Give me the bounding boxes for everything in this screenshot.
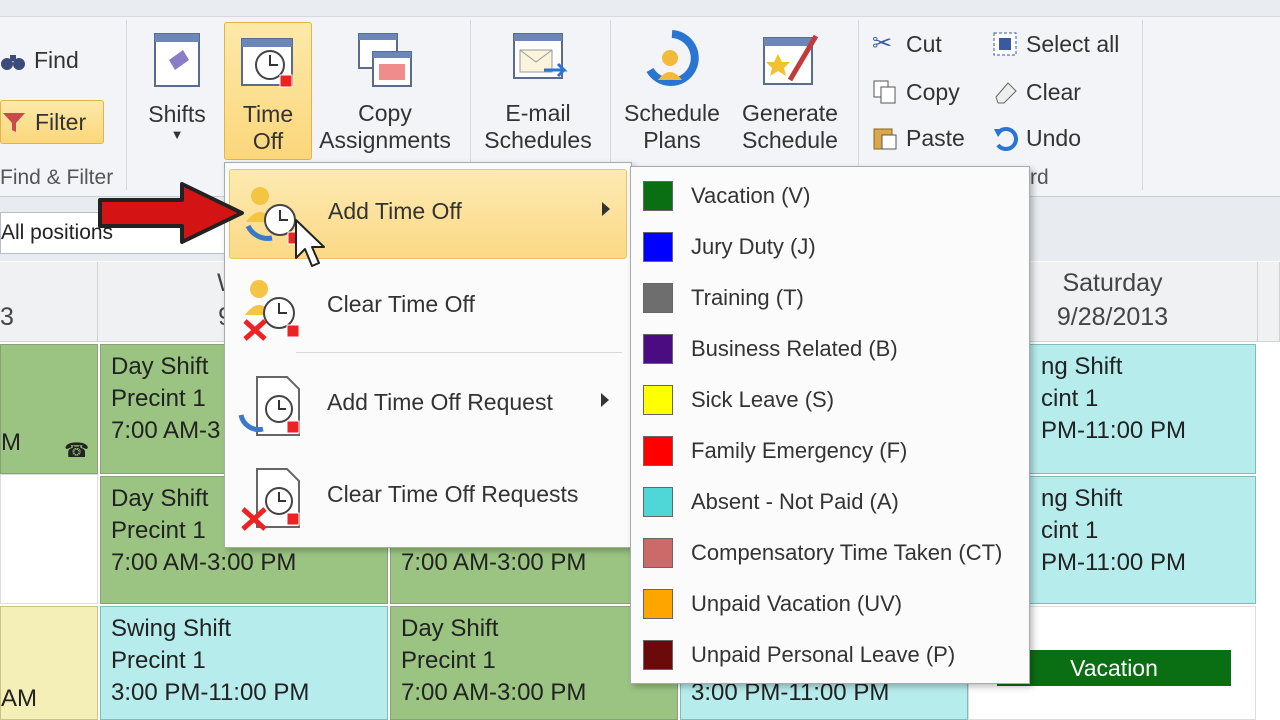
shift-cell[interactable]: Swing Shift Precint 1 3:00 PM-11:00 PM [100,606,388,720]
ribbon-separator [126,20,127,190]
find-button[interactable]: Find [0,42,79,78]
time-off-type-unpaid-vacation[interactable]: Unpaid Vacation (UV) [643,579,902,629]
generate-schedule-icon [763,34,819,85]
color-swatch [643,232,673,262]
vacation-bar[interactable]: Vacation [997,650,1231,686]
copy-button[interactable]: Copy [872,74,960,110]
day-header [1258,262,1280,342]
undo-icon [994,127,1018,151]
add-time-off-request-menu-item[interactable]: Add Time Off Request [229,361,625,449]
eraser-icon [995,82,1017,104]
copy-assignments-icon [358,33,412,87]
generate-schedule-button[interactable]: Generate Schedule [736,30,844,160]
time-off-type-family-emergency[interactable]: Family Emergency (F) [643,426,907,476]
shifts-icon [154,33,200,87]
shifts-button[interactable]: Shifts ▼ [140,30,214,154]
copy-assignments-button[interactable]: Copy Assignments [319,30,451,160]
add-time-off-request-icon [238,376,300,436]
undo-button[interactable]: Undo [992,120,1081,156]
time-off-type-training[interactable]: Training (T) [643,273,804,323]
color-swatch [643,487,673,517]
mouse-cursor-icon [295,219,325,267]
color-swatch [643,436,673,466]
filter-button[interactable]: Filter [0,100,104,144]
filter-icon [3,113,25,132]
empty-cell[interactable] [0,474,98,604]
time-off-menu: Add Time Off Clear Time Off Add Time Off… [224,162,632,548]
color-swatch [643,589,673,619]
pointer-arrow-icon [98,182,244,244]
time-off-type-business-related[interactable]: Business Related (B) [643,324,898,374]
time-off-type-compensatory-time[interactable]: Compensatory Time Taken (CT) [643,528,1002,578]
email-schedules-button[interactable]: E-mail Schedules [482,30,594,160]
time-off-type-vacation[interactable]: Vacation (V) [643,171,810,221]
color-swatch [643,334,673,364]
schedule-plans-icon [646,30,699,86]
email-schedules-icon [513,33,568,79]
color-swatch [643,385,673,415]
binoculars-icon [1,55,25,70]
color-swatch [643,283,673,313]
scissors-icon: ✂ [872,30,893,57]
paste-button[interactable]: Paste [872,120,965,156]
select-all-button[interactable]: Select all [992,26,1119,62]
paste-icon [873,128,897,150]
ribbon-separator [858,20,859,190]
color-swatch [643,640,673,670]
time-off-button[interactable]: Time Off [224,22,312,160]
copy-icon [873,80,896,104]
add-time-off-menu-item[interactable]: Add Time Off [229,169,627,259]
shift-cell[interactable]: M ☎ [0,344,98,474]
time-off-type-absent-not-paid[interactable]: Absent - Not Paid (A) [643,477,899,527]
color-swatch [643,538,673,568]
select-all-icon [993,32,1017,56]
submenu-arrow-icon [601,393,609,407]
submenu-arrow-icon [602,202,610,216]
ribbon-tab-strip [0,0,1280,17]
phone-icon: ☎ [64,440,89,462]
menu-separator [296,352,622,353]
clear-time-off-requests-icon [241,468,300,531]
time-off-type-sick-leave[interactable]: Sick Leave (S) [643,375,834,425]
time-off-type-submenu: Vacation (V) Jury Duty (J) Training (T) … [630,166,1030,684]
clear-button[interactable]: Clear [992,74,1081,110]
clipboard-group-label: rd [1030,166,1049,189]
schedule-plans-button[interactable]: Schedule Plans [620,30,724,160]
day-header: 3 [0,262,98,342]
time-off-type-unpaid-personal-leave[interactable]: Unpaid Personal Leave (P) [643,630,955,680]
time-off-clock-icon [241,38,293,88]
time-off-type-jury-duty[interactable]: Jury Duty (J) [643,222,816,272]
color-swatch [643,181,673,211]
dropdown-arrow-icon: ▼ [170,127,184,142]
clear-time-off-requests-menu-item[interactable]: Clear Time Off Requests [229,453,625,541]
shift-cell[interactable]: AM [0,606,98,720]
cut-button[interactable]: ✂ Cut [872,26,942,62]
clear-time-off-menu-item[interactable]: Clear Time Off [229,263,625,351]
clear-time-off-icon [243,280,300,341]
ribbon-separator [1142,20,1143,190]
